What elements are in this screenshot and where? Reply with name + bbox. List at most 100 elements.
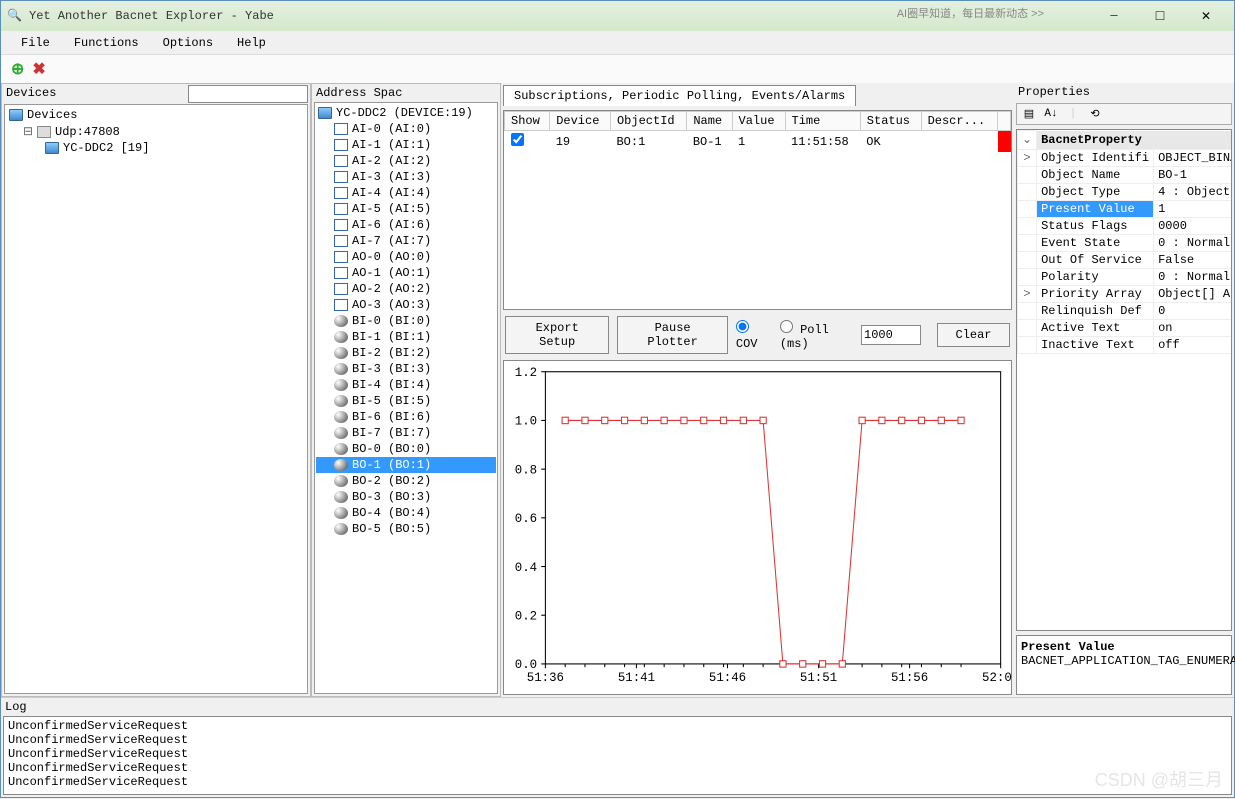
address-object-item[interactable]: AO-0 (AO:0) <box>316 249 496 265</box>
property-expander <box>1018 336 1037 353</box>
address-object-item[interactable]: AI-7 (AI:7) <box>316 233 496 249</box>
address-object-item[interactable]: AI-6 (AI:6) <box>316 217 496 233</box>
property-value[interactable]: off <box>1154 336 1232 353</box>
address-object-item[interactable]: AO-1 (AO:1) <box>316 265 496 281</box>
menu-options[interactable]: Options <box>153 34 223 52</box>
property-value[interactable]: OBJECT_BINARY_OUTP <box>1154 149 1232 166</box>
property-value[interactable]: 0 <box>1154 302 1232 319</box>
property-row[interactable]: Present Value1 <box>1018 200 1233 217</box>
poll-ms-input[interactable] <box>861 325 921 345</box>
address-object-item[interactable]: BI-4 (BI:4) <box>316 377 496 393</box>
property-row[interactable]: Relinquish Def0 <box>1018 302 1233 319</box>
address-object-item[interactable]: BI-6 (BI:6) <box>316 409 496 425</box>
address-object-item[interactable]: AI-5 (AI:5) <box>316 201 496 217</box>
tree-expander[interactable]: ⊟ <box>23 124 33 139</box>
address-object-item[interactable]: BO-5 (BO:5) <box>316 521 496 537</box>
property-row[interactable]: Object Type4 : Object Binary <box>1018 183 1233 200</box>
property-row[interactable]: Polarity0 : Normal <box>1018 268 1233 285</box>
column-header[interactable]: Show <box>505 112 550 131</box>
svg-text:51:36: 51:36 <box>527 670 564 685</box>
pause-plotter-button[interactable]: Pause Plotter <box>617 316 728 354</box>
address-space-list[interactable]: YC-DDC2 (DEVICE:19)AI-0 (AI:0)AI-1 (AI:1… <box>314 102 498 694</box>
add-icon[interactable]: ⊕ <box>11 59 24 79</box>
address-object-item[interactable]: AI-3 (AI:3) <box>316 169 496 185</box>
property-value[interactable]: on <box>1154 319 1232 336</box>
alphabetical-icon[interactable]: A↓ <box>1043 106 1059 122</box>
column-header[interactable]: Status <box>860 112 921 131</box>
property-row[interactable]: Out Of ServiceFalse <box>1018 251 1233 268</box>
address-device-header[interactable]: YC-DDC2 (DEVICE:19) <box>316 105 496 121</box>
address-object-item[interactable]: BI-3 (BI:3) <box>316 361 496 377</box>
property-grid[interactable]: ⌄BacnetProperty >Object IdentifiOBJECT_B… <box>1016 129 1232 631</box>
column-header[interactable]: Device <box>550 112 611 131</box>
maximize-button[interactable]: ☐ <box>1138 5 1182 27</box>
address-object-item[interactable]: AI-1 (AI:1) <box>316 137 496 153</box>
property-expander <box>1018 183 1037 200</box>
property-value[interactable]: Object[] Array <box>1154 285 1232 302</box>
property-value[interactable]: False <box>1154 251 1232 268</box>
property-row[interactable]: Event State0 : Normal <box>1018 234 1233 251</box>
address-object-item[interactable]: AI-2 (AI:2) <box>316 153 496 169</box>
devices-tree[interactable]: Devices ⊟ Udp:47808 YC-DDC2 [19] <box>4 104 308 694</box>
cov-radio-label[interactable]: COV <box>736 320 772 351</box>
address-object-item[interactable]: BI-5 (BI:5) <box>316 393 496 409</box>
property-row[interactable]: >Priority ArrayObject[] Array <box>1018 285 1233 302</box>
address-object-item[interactable]: BO-0 (BO:0) <box>316 441 496 457</box>
network-label[interactable]: Udp:47808 <box>55 125 120 139</box>
column-header[interactable]: Time <box>785 112 860 131</box>
export-setup-button[interactable]: Export Setup <box>505 316 609 354</box>
address-object-item[interactable]: AO-3 (AO:3) <box>316 297 496 313</box>
poll-radio-label[interactable]: Poll (ms) <box>780 320 853 351</box>
address-object-item[interactable]: AI-0 (AI:0) <box>316 121 496 137</box>
property-row[interactable]: Inactive Textoff <box>1018 336 1233 353</box>
address-object-item[interactable]: BO-3 (BO:3) <box>316 489 496 505</box>
devices-filter-input[interactable] <box>188 85 308 103</box>
column-header[interactable]: Descr... <box>921 112 997 131</box>
address-object-item[interactable]: AO-2 (AO:2) <box>316 281 496 297</box>
menu-help[interactable]: Help <box>227 34 276 52</box>
property-row[interactable]: Status Flags0000 <box>1018 217 1233 234</box>
menu-file[interactable]: File <box>11 34 60 52</box>
address-object-item[interactable]: BI-2 (BI:2) <box>316 345 496 361</box>
property-value[interactable]: 1 <box>1154 200 1232 217</box>
devices-root-label[interactable]: Devices <box>27 108 77 122</box>
address-object-item[interactable]: BI-1 (BI:1) <box>316 329 496 345</box>
address-object-item[interactable]: BI-7 (BI:7) <box>316 425 496 441</box>
close-button[interactable]: ✕ <box>1184 5 1228 27</box>
device-label[interactable]: YC-DDC2 [19] <box>63 141 149 155</box>
property-value[interactable]: BO-1 <box>1154 166 1232 183</box>
refresh-icon[interactable]: ⟲ <box>1087 106 1103 122</box>
clear-button[interactable]: Clear <box>937 323 1010 347</box>
minimize-button[interactable]: ─ <box>1092 5 1136 27</box>
cov-radio[interactable] <box>736 320 749 333</box>
menu-functions[interactable]: Functions <box>64 34 149 52</box>
category-expander[interactable]: ⌄ <box>1018 131 1037 150</box>
plot-area[interactable]: 0.00.20.40.60.81.01.251:3651:4151:4651:5… <box>503 360 1012 695</box>
titlebar[interactable]: 🔍 Yet Another Bacnet Explorer - Yabe AI圈… <box>1 1 1234 31</box>
property-row[interactable]: >Object IdentifiOBJECT_BINARY_OUTP <box>1018 149 1233 166</box>
delete-icon[interactable]: ✖ <box>32 59 45 79</box>
column-header[interactable]: ObjectId <box>610 112 686 131</box>
address-object-item[interactable]: BO-2 (BO:2) <box>316 473 496 489</box>
cell-value: 1 <box>732 131 785 153</box>
property-expander[interactable]: > <box>1018 149 1037 166</box>
address-object-item[interactable]: AI-4 (AI:4) <box>316 185 496 201</box>
address-object-item[interactable]: BO-4 (BO:4) <box>316 505 496 521</box>
table-row[interactable]: 19 BO:1 BO-1 1 11:51:58 OK <box>505 131 1011 153</box>
column-header[interactable]: Name <box>687 112 732 131</box>
property-row[interactable]: Active Texton <box>1018 319 1233 336</box>
column-header[interactable]: Value <box>732 112 785 131</box>
tab-subscriptions[interactable]: Subscriptions, Periodic Polling, Events/… <box>503 85 856 106</box>
show-checkbox[interactable] <box>511 133 524 146</box>
property-value[interactable]: 0 : Normal <box>1154 234 1232 251</box>
address-object-item[interactable]: BO-1 (BO:1) <box>316 457 496 473</box>
property-expander[interactable]: > <box>1018 285 1037 302</box>
property-value[interactable]: 4 : Object Binary <box>1154 183 1232 200</box>
property-row[interactable]: Object NameBO-1 <box>1018 166 1233 183</box>
property-value[interactable]: 0000 <box>1154 217 1232 234</box>
address-object-item[interactable]: BI-0 (BI:0) <box>316 313 496 329</box>
log-body[interactable]: UnconfirmedServiceRequestUnconfirmedServ… <box>3 716 1232 795</box>
property-value[interactable]: 0 : Normal <box>1154 268 1232 285</box>
categorized-icon[interactable]: ▤ <box>1021 106 1037 122</box>
poll-radio[interactable] <box>780 320 793 333</box>
